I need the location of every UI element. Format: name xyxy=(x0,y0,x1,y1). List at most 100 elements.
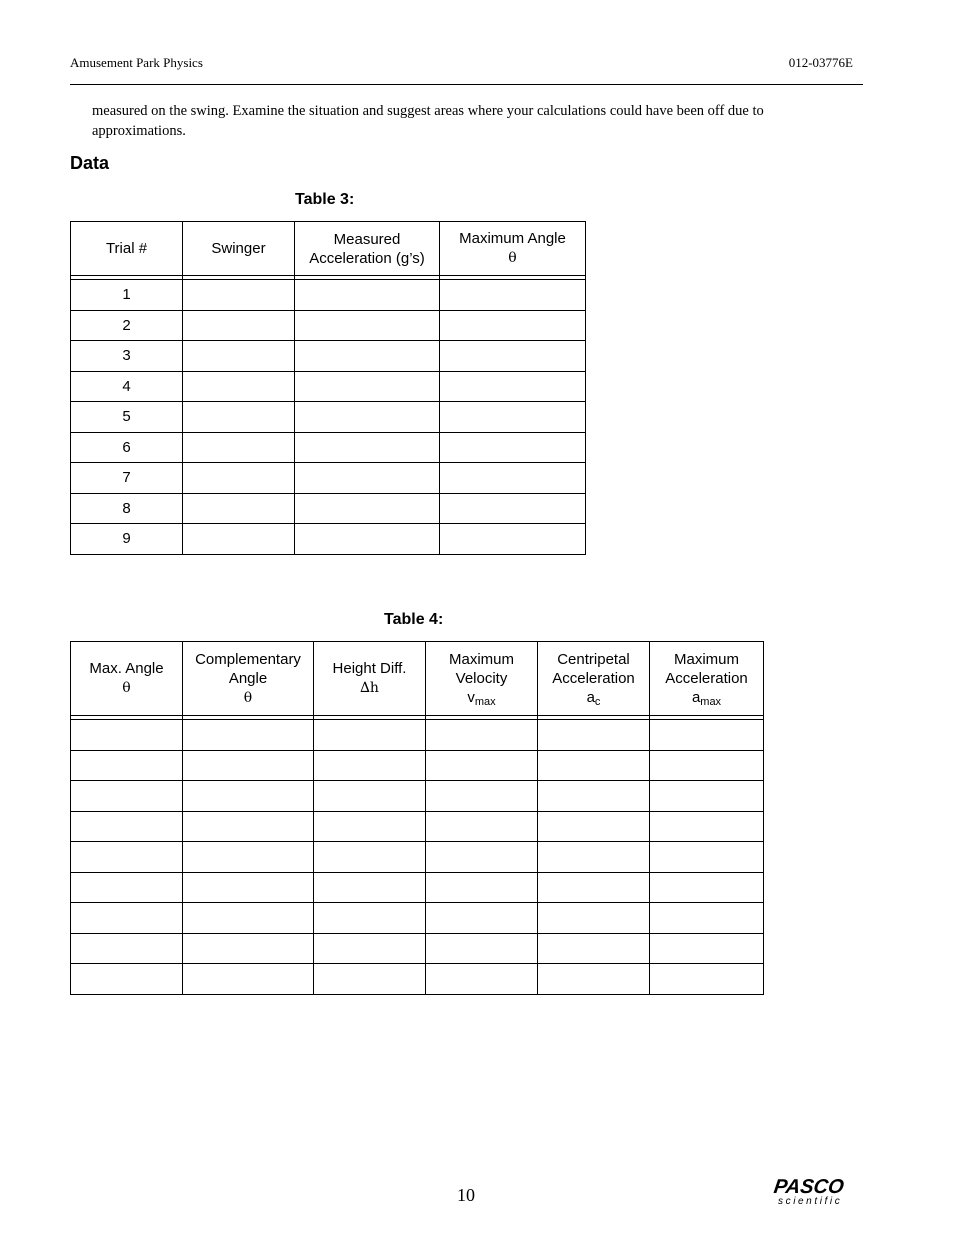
data-entry-cell[interactable] xyxy=(649,932,764,964)
data-entry-cell[interactable] xyxy=(425,841,538,873)
header-label: Trial # xyxy=(105,240,148,257)
data-entry-cell[interactable] xyxy=(425,780,538,812)
data-entry-cell[interactable] xyxy=(649,871,764,903)
table3-header-trial: Trial # xyxy=(70,221,183,276)
data-entry-cell[interactable] xyxy=(70,719,183,751)
data-entry-cell[interactable] xyxy=(182,431,295,463)
data-entry-cell[interactable] xyxy=(70,932,183,964)
table3: Trial # Swinger Measured Acceleration (g… xyxy=(70,221,586,555)
data-entry-cell[interactable] xyxy=(182,340,295,372)
data-entry-cell[interactable] xyxy=(425,932,538,964)
data-entry-cell[interactable] xyxy=(425,871,538,903)
table4-header-row: Max. Angle θ Complementary Angle θ Height Dif… xyxy=(70,641,764,716)
data-entry-cell[interactable] xyxy=(70,841,183,873)
data-entry-cell[interactable] xyxy=(537,841,650,873)
data-entry-cell[interactable] xyxy=(313,810,426,842)
header-label-line2: Acceleration (g’s) xyxy=(309,249,425,267)
data-entry-cell[interactable] xyxy=(649,780,764,812)
data-entry-cell[interactable] xyxy=(182,401,295,433)
data-entry-cell[interactable] xyxy=(439,279,586,311)
header-label: Measured xyxy=(333,230,401,248)
data-entry-cell[interactable] xyxy=(182,749,314,781)
data-entry-cell[interactable] xyxy=(537,810,650,842)
data-entry-cell[interactable] xyxy=(182,932,314,964)
data-entry-cell[interactable] xyxy=(537,749,650,781)
data-entry-cell[interactable] xyxy=(70,780,183,812)
data-entry-cell[interactable] xyxy=(649,841,764,873)
data-entry-cell[interactable] xyxy=(70,871,183,903)
data-entry-cell[interactable] xyxy=(439,340,586,372)
data-entry-cell[interactable] xyxy=(182,780,314,812)
data-entry-cell[interactable] xyxy=(439,309,586,341)
data-entry-cell[interactable] xyxy=(439,370,586,402)
data-entry-cell[interactable] xyxy=(425,963,538,995)
data-entry-cell[interactable] xyxy=(313,749,426,781)
data-entry-cell[interactable] xyxy=(182,370,295,402)
data-entry-cell[interactable] xyxy=(313,902,426,934)
data-entry-cell[interactable] xyxy=(313,963,426,995)
data-entry-cell[interactable] xyxy=(182,523,295,555)
data-entry-cell[interactable] xyxy=(439,523,586,555)
data-entry-cell[interactable] xyxy=(182,309,295,341)
table4-row xyxy=(70,780,764,812)
data-entry-cell[interactable] xyxy=(537,963,650,995)
pasco-logo: PASCO scientific xyxy=(772,1176,864,1207)
data-entry-cell[interactable] xyxy=(425,719,538,751)
data-entry-cell[interactable] xyxy=(70,902,183,934)
data-entry-cell[interactable] xyxy=(294,309,440,341)
table3-row: 6 xyxy=(70,431,586,463)
data-entry-cell[interactable] xyxy=(537,780,650,812)
table3-header-row: Trial # Swinger Measured Acceleration (g… xyxy=(70,221,586,276)
data-entry-cell[interactable] xyxy=(537,871,650,903)
data-entry-cell[interactable] xyxy=(313,719,426,751)
data-entry-cell[interactable] xyxy=(649,749,764,781)
data-entry-cell[interactable] xyxy=(294,523,440,555)
data-entry-cell[interactable] xyxy=(294,401,440,433)
data-entry-cell[interactable] xyxy=(537,719,650,751)
data-entry-cell[interactable] xyxy=(649,902,764,934)
data-entry-cell[interactable] xyxy=(313,932,426,964)
data-entry-cell[interactable] xyxy=(439,492,586,524)
data-entry-cell[interactable] xyxy=(182,810,314,842)
data-entry-cell[interactable] xyxy=(70,810,183,842)
data-entry-cell[interactable] xyxy=(70,749,183,781)
trial-number-cell: 1 xyxy=(70,279,183,311)
data-entry-cell[interactable] xyxy=(182,719,314,751)
theta-symbol: θ xyxy=(508,250,517,266)
table3-header-swinger: Swinger xyxy=(182,221,295,276)
header-label: Acceleration xyxy=(552,670,635,687)
data-entry-cell[interactable] xyxy=(649,810,764,842)
data-entry-cell[interactable] xyxy=(294,340,440,372)
data-entry-cell[interactable] xyxy=(537,902,650,934)
data-entry-cell[interactable] xyxy=(439,431,586,463)
table3-row: 7 xyxy=(70,462,586,494)
data-entry-cell[interactable] xyxy=(313,780,426,812)
data-entry-cell[interactable] xyxy=(294,462,440,494)
data-entry-cell[interactable] xyxy=(425,810,538,842)
table3-row: 9 xyxy=(70,523,586,555)
data-entry-cell[interactable] xyxy=(294,370,440,402)
data-entry-cell[interactable] xyxy=(313,841,426,873)
data-entry-cell[interactable] xyxy=(294,279,440,311)
header-label: Complementary xyxy=(195,650,301,668)
data-entry-cell[interactable] xyxy=(182,963,314,995)
data-entry-cell[interactable] xyxy=(439,462,586,494)
data-entry-cell[interactable] xyxy=(439,401,586,433)
data-entry-cell[interactable] xyxy=(425,902,538,934)
data-entry-cell[interactable] xyxy=(294,492,440,524)
data-entry-cell[interactable] xyxy=(649,719,764,751)
data-entry-cell[interactable] xyxy=(182,871,314,903)
table4-header-max-velocity: Maximum Velocity vmax xyxy=(425,641,538,716)
data-entry-cell[interactable] xyxy=(70,963,183,995)
data-entry-cell[interactable] xyxy=(425,749,538,781)
data-entry-cell[interactable] xyxy=(182,841,314,873)
data-entry-cell[interactable] xyxy=(182,462,295,494)
data-entry-cell[interactable] xyxy=(649,963,764,995)
data-entry-cell[interactable] xyxy=(313,871,426,903)
data-entry-cell[interactable] xyxy=(182,902,314,934)
data-entry-cell[interactable] xyxy=(182,492,295,524)
document-number: 012-03776E xyxy=(788,55,853,70)
data-entry-cell[interactable] xyxy=(537,932,650,964)
data-entry-cell[interactable] xyxy=(294,431,440,463)
data-entry-cell[interactable] xyxy=(182,279,295,311)
